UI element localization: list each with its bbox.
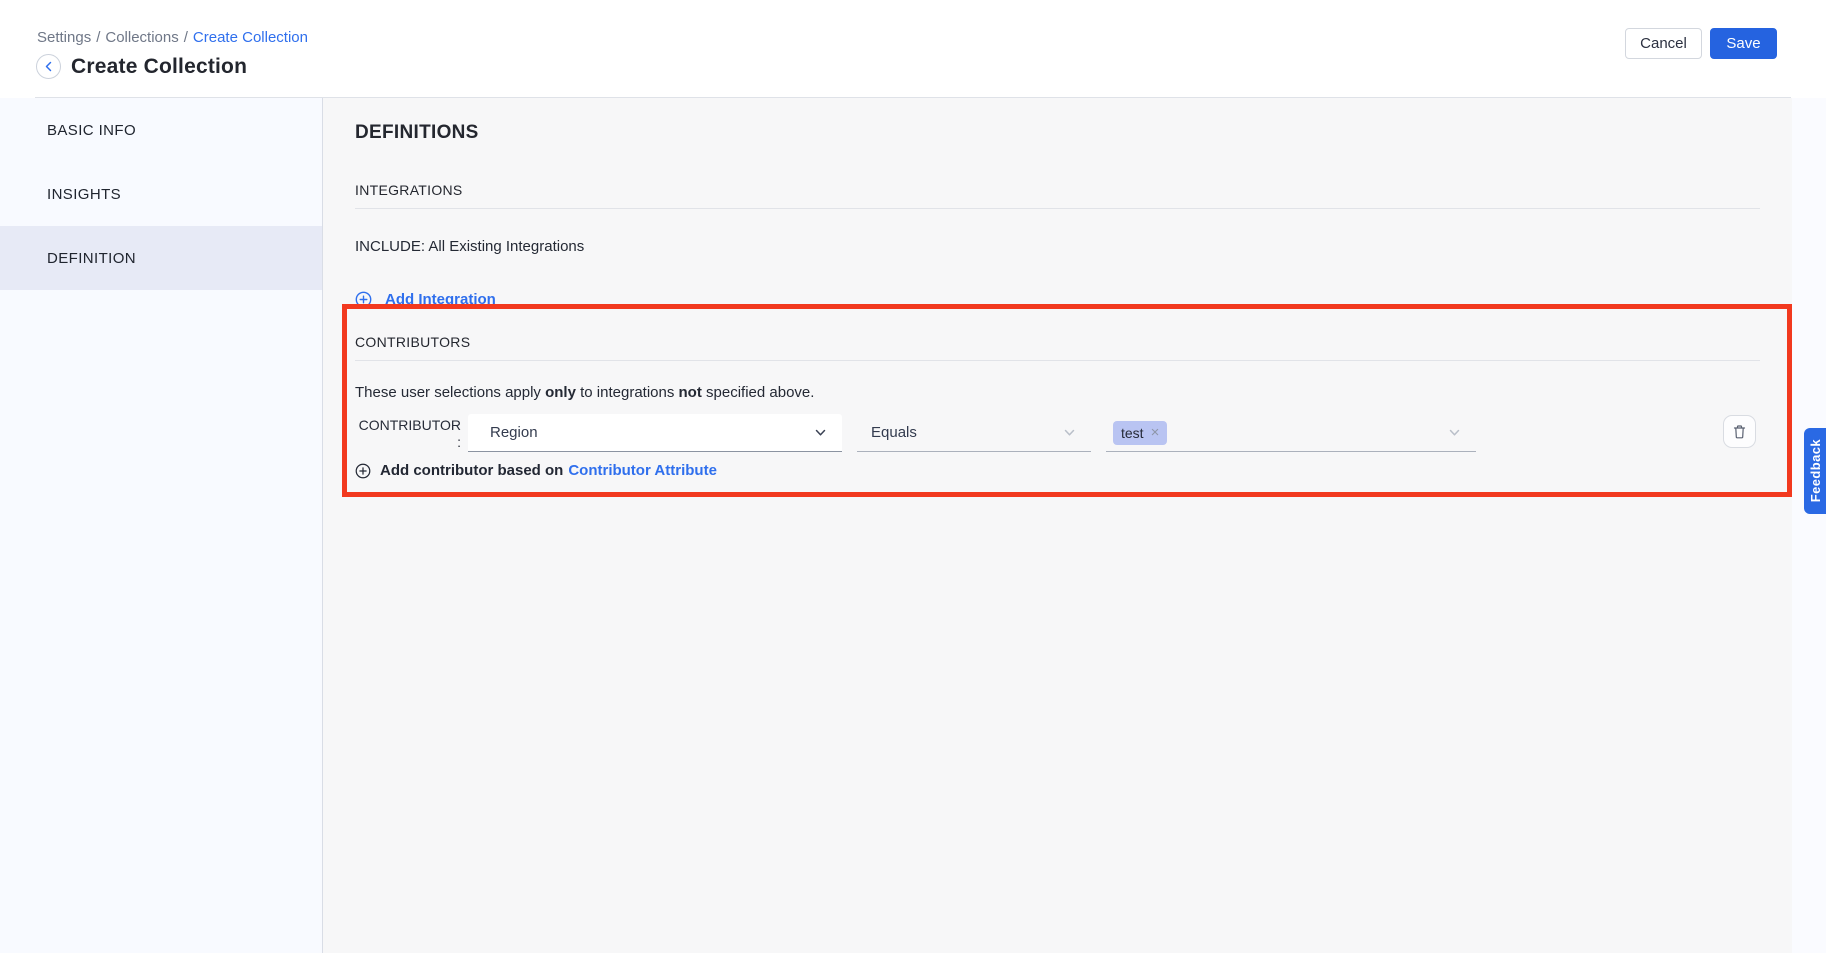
plus-circle-icon bbox=[355, 463, 371, 479]
create-collection-page: Settings / Collections / Create Collection C… bbox=[0, 0, 1826, 953]
contributor-values-select[interactable]: test × bbox=[1106, 414, 1476, 452]
trash-icon bbox=[1732, 424, 1747, 440]
operator-select-value: Equals bbox=[871, 424, 917, 441]
definition-panel: DEFINITIONS INTEGRATIONS INCLUDE: All Ex… bbox=[323, 98, 1792, 953]
chevron-down-icon bbox=[1062, 425, 1077, 440]
integrations-include-text: INCLUDE: All Existing Integrations bbox=[355, 238, 1760, 255]
contributors-description: These user selections apply only to inte… bbox=[355, 384, 1760, 401]
settings-sidebar: BASIC INFO INSIGHTS DEFINITION bbox=[0, 98, 323, 953]
contributor-label: CONTRIBUTOR : bbox=[355, 414, 461, 452]
chevron-down-icon bbox=[1447, 425, 1462, 440]
plus-circle-icon bbox=[355, 291, 372, 308]
delete-contributor-button[interactable] bbox=[1723, 415, 1756, 448]
feedback-tab[interactable]: Feedback bbox=[1804, 428, 1826, 514]
contributor-rule-row: CONTRIBUTOR : Region Equals bbox=[355, 414, 1760, 452]
integrations-section-label: INTEGRATIONS bbox=[355, 182, 1760, 198]
back-button[interactable] bbox=[36, 54, 61, 79]
breadcrumb: Settings / Collections / Create Collection bbox=[37, 29, 308, 46]
remove-tag-icon[interactable]: × bbox=[1151, 424, 1160, 441]
breadcrumb-collections[interactable]: Collections bbox=[105, 29, 178, 46]
breadcrumb-separator: / bbox=[96, 29, 100, 46]
breadcrumb-separator: / bbox=[184, 29, 188, 46]
value-tag: test × bbox=[1113, 421, 1167, 445]
page-gutter bbox=[1792, 98, 1826, 953]
sidebar-item-basic-info[interactable]: BASIC INFO bbox=[0, 98, 322, 162]
contributors-section-label: CONTRIBUTORS bbox=[355, 334, 1760, 350]
breadcrumb-current-page: Create Collection bbox=[193, 29, 308, 46]
chevron-down-icon bbox=[813, 425, 828, 440]
sidebar-item-definition[interactable]: DEFINITION bbox=[0, 226, 322, 290]
sidebar-item-insights[interactable]: INSIGHTS bbox=[0, 162, 322, 226]
contributors-divider bbox=[355, 360, 1760, 361]
add-contributor-row: Add contributor based on Contributor Att… bbox=[355, 462, 1760, 479]
panel-title: DEFINITIONS bbox=[355, 122, 1760, 144]
save-button[interactable]: Save bbox=[1710, 28, 1777, 59]
contributor-operator-select[interactable]: Equals bbox=[857, 414, 1091, 452]
value-tag-text: test bbox=[1121, 425, 1144, 441]
page-header: Settings / Collections / Create Collection C… bbox=[0, 0, 1826, 98]
integrations-divider bbox=[355, 208, 1760, 209]
attribute-select-value: Region bbox=[490, 424, 538, 441]
cancel-button[interactable]: Cancel bbox=[1625, 28, 1702, 59]
add-integration-button[interactable]: Add Integration bbox=[355, 291, 1760, 308]
page-title: Create Collection bbox=[71, 55, 247, 79]
arrow-left-icon bbox=[42, 60, 55, 73]
add-contributor-prefix: Add contributor based on bbox=[380, 462, 563, 479]
breadcrumb-settings[interactable]: Settings bbox=[37, 29, 91, 46]
contributor-attribute-select[interactable]: Region bbox=[468, 414, 842, 452]
feedback-tab-label: Feedback bbox=[1808, 439, 1823, 502]
add-integration-label: Add Integration bbox=[385, 291, 496, 308]
contributor-attribute-link[interactable]: Contributor Attribute bbox=[568, 462, 717, 479]
